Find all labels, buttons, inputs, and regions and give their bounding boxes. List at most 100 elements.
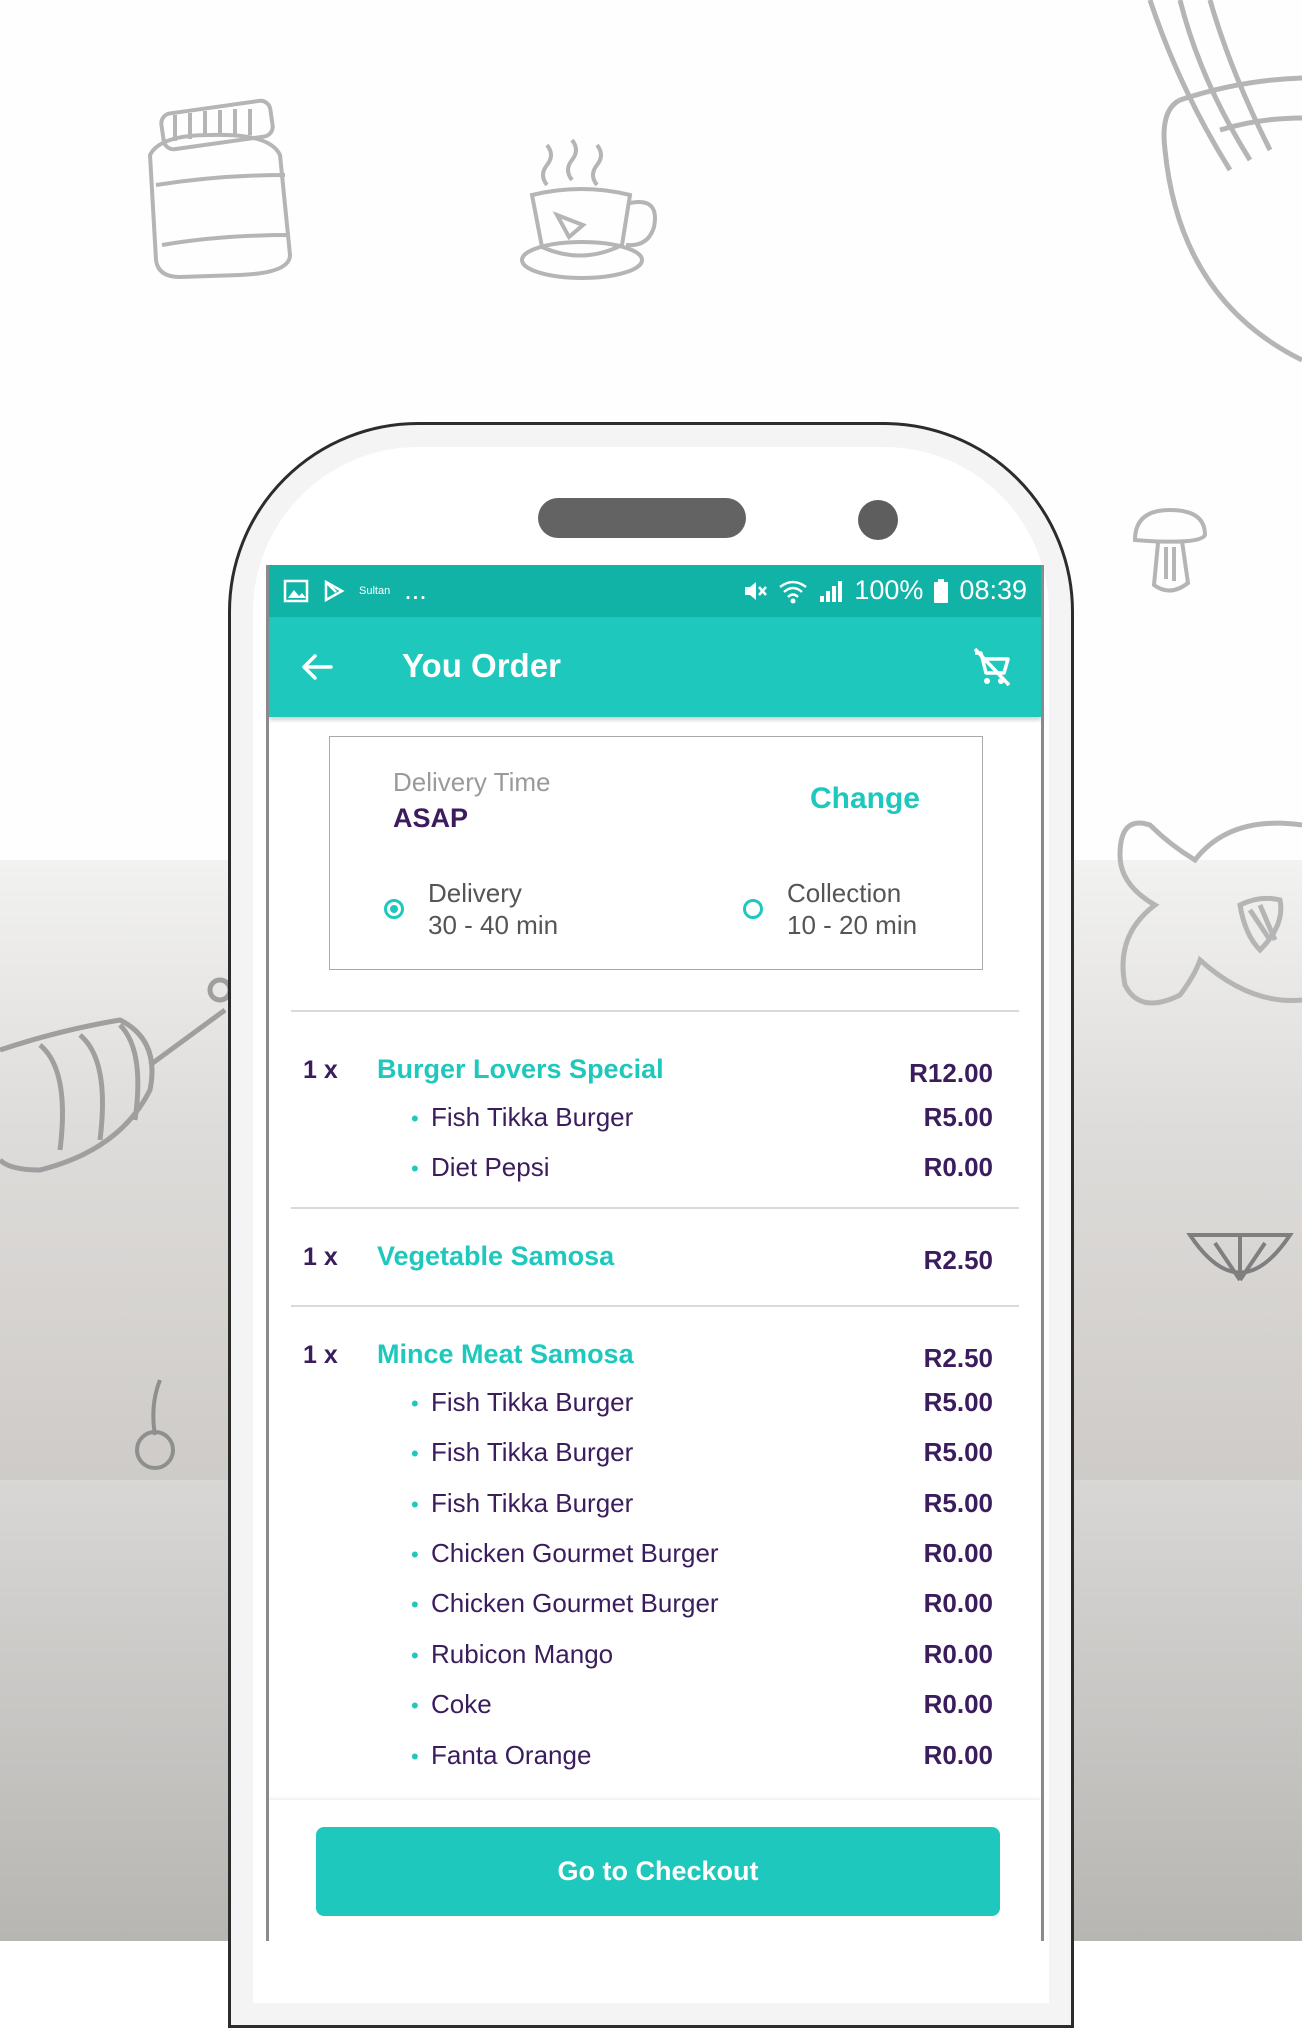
order-extra: • Fish Tikka Burger R5.00: [291, 1377, 1019, 1427]
order-extra-name: Chicken Gourmet Burger: [431, 1537, 719, 1568]
order-extra: • Fish Tikka Burger R5.00: [291, 1427, 1019, 1477]
cart-remove-icon[interactable]: [969, 645, 1013, 689]
delivery-option-name: Delivery: [428, 878, 522, 908]
status-time: 08:39: [959, 575, 1027, 605]
order-extra-price: R0.00: [923, 1537, 993, 1568]
phone-speaker: [538, 498, 746, 538]
status-bar-left: Sultan ...: [283, 575, 427, 606]
bullet: •: [411, 1106, 419, 1131]
signal-icon: [820, 580, 843, 602]
delivery-time-label: Delivery Time: [393, 767, 551, 797]
order-extra-name: Fanta Orange: [431, 1739, 592, 1770]
collection-option-text: Collection 10 - 20 min: [787, 877, 917, 941]
order-item: 1 x Burger Lovers Special R12.00 • Fish …: [291, 1012, 1019, 1207]
phone-camera: [858, 500, 898, 540]
order-extra-name: Chicken Gourmet Burger: [431, 1588, 719, 1619]
app-screen: Sultan ... 100% 08:39 You Order Delivery…: [266, 565, 1044, 1941]
order-item-header: 1 x Mince Meat Samosa R2.50: [291, 1327, 1019, 1377]
delivery-time-value: ASAP: [393, 803, 469, 833]
order-item-price: R12.00: [909, 1058, 993, 1088]
order-extra: • Chicken Gourmet Burger R0.00: [291, 1528, 1019, 1578]
order-extra-name: Fish Tikka Burger: [431, 1487, 634, 1518]
order-extra-price: R0.00: [923, 1739, 993, 1770]
delivery-option-time: 30 - 40 min: [428, 910, 559, 940]
mushroom-doodle-icon: [1132, 507, 1208, 593]
order-extra-name: Coke: [431, 1689, 492, 1720]
battery-icon: [934, 578, 949, 603]
kebab-doodle-icon: [0, 977, 233, 1173]
status-bar: Sultan ... 100% 08:39: [269, 565, 1041, 617]
order-extra-price: R0.00: [923, 1689, 993, 1720]
order-extra-name: Fish Tikka Burger: [431, 1386, 634, 1417]
page-title: You Order: [402, 647, 561, 684]
bowl-doodle-icon: [1147, 0, 1302, 363]
order-item-name[interactable]: Burger Lovers Special: [377, 1054, 664, 1085]
order-extra-price: R0.00: [923, 1638, 993, 1669]
order-item-qty: 1 x: [303, 1056, 338, 1084]
order-list: 1 x Burger Lovers Special R12.00 • Fish …: [291, 1010, 1019, 1780]
order-item-header: 1 x Burger Lovers Special R12.00: [291, 1042, 1019, 1092]
collection-option[interactable]: Collection 10 - 20 min: [743, 877, 917, 941]
order-extra-price: R0.00: [923, 1152, 993, 1183]
order-extra-name: Fish Tikka Burger: [431, 1102, 634, 1132]
collection-option-name: Collection: [787, 878, 902, 908]
order-extra: • Fanta Orange R0.00: [291, 1730, 1019, 1780]
order-extra-price: R0.00: [923, 1588, 993, 1619]
tea-cup-doodle-icon: [520, 138, 657, 280]
change-button[interactable]: Change: [810, 782, 920, 816]
bullet: •: [411, 1441, 419, 1467]
collection-radio[interactable]: [743, 899, 763, 919]
app-bar: You Order: [269, 617, 1041, 717]
go-to-checkout-button[interactable]: Go to Checkout: [316, 1827, 1000, 1916]
bullet: •: [411, 1693, 419, 1719]
bullet: •: [411, 1592, 419, 1618]
order-extra: • Rubicon Mango R0.00: [291, 1629, 1019, 1679]
cherry-doodle-icon: [135, 1379, 175, 1470]
order-item: 1 x Vegetable Samosa R2.50: [291, 1209, 1019, 1305]
order-item-price: R2.50: [923, 1342, 993, 1373]
order-extra-price: R5.00: [923, 1102, 993, 1132]
jar-doodle-icon: [147, 98, 293, 280]
play-store-icon: [324, 579, 345, 602]
bullet: •: [411, 1743, 419, 1769]
order-item-price: R2.50: [923, 1244, 993, 1275]
order-extra-name: Diet Pepsi: [431, 1152, 550, 1183]
order-extra-price: R5.00: [923, 1487, 993, 1518]
lemon-slice-doodle-icon: [1186, 1233, 1294, 1282]
checkout-bar: Go to Checkout: [269, 1800, 1041, 1941]
notification-more-dots: ...: [404, 575, 427, 605]
delivery-option[interactable]: Delivery 30 - 40 min: [384, 877, 558, 941]
mute-icon: [745, 581, 768, 600]
order-extra: • Diet Pepsi R0.00: [291, 1142, 1019, 1192]
bullet: •: [411, 1390, 419, 1416]
battery-percent: 100%: [854, 575, 924, 605]
collection-option-time: 10 - 20 min: [787, 910, 918, 940]
bullet: •: [411, 1642, 419, 1668]
bullet: •: [411, 1491, 419, 1517]
order-extra: • Chicken Gourmet Burger R0.00: [291, 1578, 1019, 1628]
order-extra-price: R5.00: [923, 1437, 993, 1468]
delivery-time-card: Delivery Time ASAP Change Delivery 30 - …: [329, 736, 983, 970]
order-item-qty: 1 x: [303, 1340, 338, 1369]
wifi-icon: [779, 580, 808, 603]
fish-doodle-icon: [1117, 820, 1302, 1006]
order-extra-price: R5.00: [923, 1386, 993, 1417]
order-extra-name: Fish Tikka Burger: [431, 1437, 634, 1468]
order-extra: • Fish Tikka Burger R5.00: [291, 1092, 1019, 1142]
delivery-radio[interactable]: [384, 899, 404, 919]
delivery-option-text: Delivery 30 - 40 min: [428, 877, 558, 941]
order-item-header: 1 x Vegetable Samosa R2.50: [291, 1229, 1019, 1279]
order-item-qty: 1 x: [303, 1242, 338, 1271]
order-item: 1 x Mince Meat Samosa R2.50 • Fish Tikka…: [291, 1307, 1019, 1780]
bullet: •: [411, 1541, 419, 1567]
back-arrow-icon[interactable]: [297, 647, 337, 687]
status-bar-right: 100% 08:39: [742, 575, 1027, 606]
order-extra-name: Rubicon Mango: [431, 1638, 614, 1669]
order-item-name[interactable]: Vegetable Samosa: [377, 1241, 614, 1272]
order-extra: • Coke R0.00: [291, 1679, 1019, 1729]
order-extra: • Fish Tikka Burger R5.00: [291, 1478, 1019, 1528]
notification-tiny-text: Sultan: [359, 584, 391, 597]
image-icon: [283, 579, 309, 602]
order-item-name[interactable]: Mince Meat Samosa: [377, 1339, 634, 1370]
bullet: •: [411, 1156, 419, 1182]
